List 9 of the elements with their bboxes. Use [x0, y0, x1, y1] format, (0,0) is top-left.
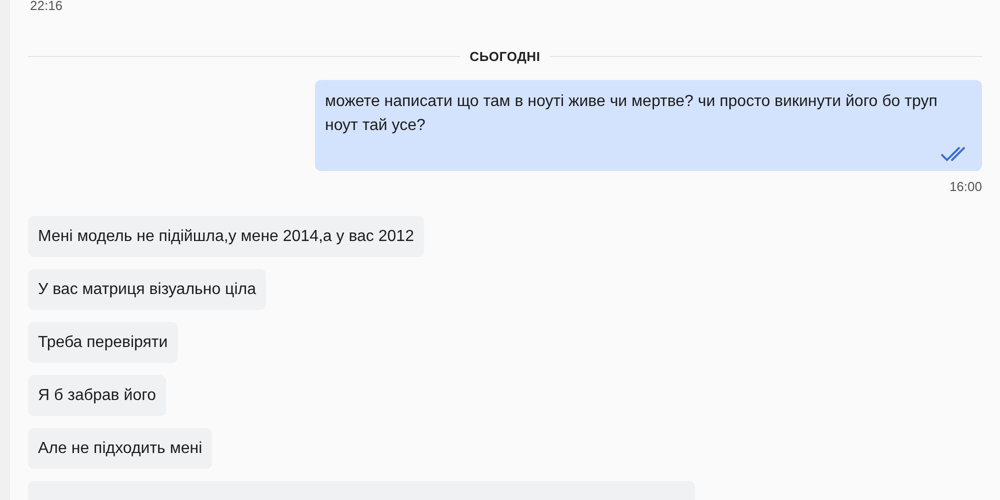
- incoming-message-bubble: Я б забрав його: [28, 375, 166, 416]
- message-time: 16:00: [949, 178, 982, 196]
- message-text: можете написати що там в ноуті живе чи мертве? чи просто викинути його бо труп ноут тай усе?: [325, 92, 938, 136]
- incoming-message-bubble: Але не підходить мені: [28, 428, 212, 469]
- date-divider-label: СЬОГОДНІ: [470, 48, 540, 66]
- incoming-message-bubble: Мені модель не підійшла,у мене 2014,а у вас 2012: [28, 216, 424, 257]
- incoming-message-bubble: Треба перевіряти: [28, 322, 178, 363]
- message-time: 22:16: [29, 0, 64, 13]
- incoming-message-bubble: У вас матриця візуально ціла: [28, 269, 266, 310]
